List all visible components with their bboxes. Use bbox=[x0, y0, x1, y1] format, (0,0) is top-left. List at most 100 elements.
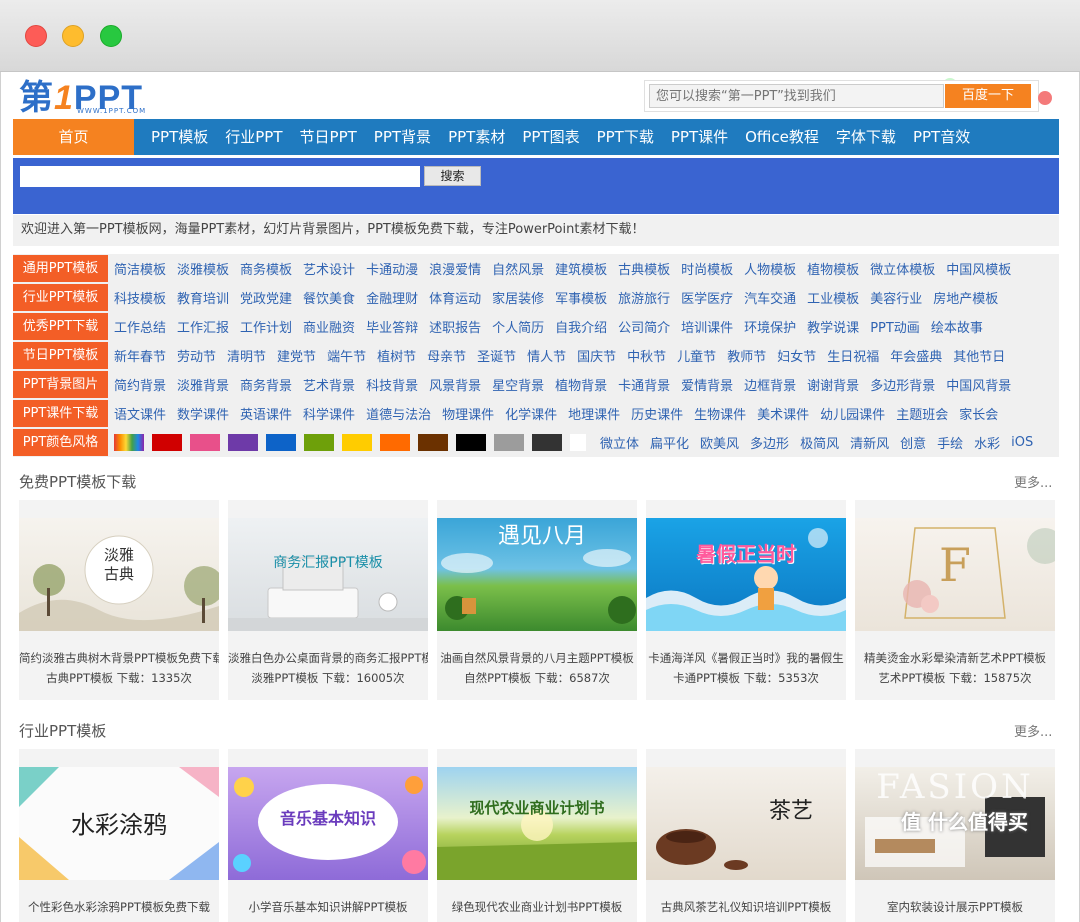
baidu-search-input[interactable] bbox=[649, 84, 944, 108]
category-link[interactable]: 化学课件 bbox=[505, 404, 557, 423]
category-link[interactable]: 工作汇报 bbox=[177, 317, 229, 336]
color-swatch[interactable] bbox=[532, 434, 562, 451]
category-link[interactable]: 端午节 bbox=[327, 346, 366, 365]
category-link[interactable]: 家长会 bbox=[959, 404, 998, 423]
category-link[interactable]: 其他节日 bbox=[953, 346, 1005, 365]
template-card[interactable]: FASION 室内软装设计展示PPT模板 bbox=[855, 749, 1055, 922]
category-link[interactable]: 教育培训 bbox=[177, 288, 229, 307]
category-link[interactable]: 教学说课 bbox=[807, 317, 859, 336]
category-link[interactable]: 情人节 bbox=[527, 346, 566, 365]
category-link[interactable]: 自我介绍 bbox=[555, 317, 607, 336]
color-swatch[interactable] bbox=[570, 434, 586, 451]
more-link-free[interactable]: 更多... bbox=[1014, 472, 1052, 491]
category-link[interactable]: PPT动画 bbox=[870, 317, 920, 336]
template-card[interactable]: 音乐基本知识 小学音乐基本知识讲解PPT模板 bbox=[228, 749, 428, 922]
category-link[interactable]: 美容行业 bbox=[870, 288, 922, 307]
nav-item-holiday[interactable]: 节日PPT bbox=[300, 119, 357, 155]
category-link[interactable]: 环境保护 bbox=[744, 317, 796, 336]
category-link[interactable]: 风景背景 bbox=[429, 375, 481, 394]
category-link[interactable]: 中国风背景 bbox=[946, 375, 1011, 394]
category-link[interactable]: 边框背景 bbox=[744, 375, 796, 394]
category-link[interactable]: 商务模板 bbox=[240, 259, 292, 278]
category-link[interactable]: 简约背景 bbox=[114, 375, 166, 394]
category-link[interactable]: 幼儿园课件 bbox=[820, 404, 885, 423]
category-link[interactable]: 旅游旅行 bbox=[618, 288, 670, 307]
category-link[interactable]: 简洁模板 bbox=[114, 259, 166, 278]
category-link[interactable]: 中秋节 bbox=[627, 346, 666, 365]
category-link[interactable]: 艺术背景 bbox=[303, 375, 355, 394]
thumbnail-image[interactable]: 现代农业商业计划书 bbox=[437, 767, 637, 880]
template-card[interactable]: 商务汇报PPT模板 淡雅白色办公桌面背景的商务汇报PPT模板 淡雅PPT模板 下… bbox=[228, 500, 428, 700]
category-link[interactable]: 时尚模板 bbox=[681, 259, 733, 278]
style-link[interactable]: 微立体 bbox=[600, 433, 639, 452]
color-swatch[interactable] bbox=[228, 434, 258, 451]
thumbnail-image[interactable]: 茶艺 bbox=[646, 767, 846, 880]
category-link[interactable]: 清明节 bbox=[227, 346, 266, 365]
category-link[interactable]: 谢谢背景 bbox=[807, 375, 859, 394]
category-link[interactable]: 地理课件 bbox=[568, 404, 620, 423]
category-link[interactable]: 商务背景 bbox=[240, 375, 292, 394]
color-swatch[interactable] bbox=[304, 434, 334, 451]
category-link[interactable]: 微立体模板 bbox=[870, 259, 935, 278]
category-link[interactable]: 语文课件 bbox=[114, 404, 166, 423]
category-link[interactable]: 年会盛典 bbox=[890, 346, 942, 365]
category-link[interactable]: 多边形背景 bbox=[870, 375, 935, 394]
category-link[interactable]: 主题班会 bbox=[896, 404, 948, 423]
category-link[interactable]: 科学课件 bbox=[303, 404, 355, 423]
nav-item-office-tutorial[interactable]: Office教程 bbox=[745, 119, 819, 155]
category-link[interactable]: 工作计划 bbox=[240, 317, 292, 336]
category-label[interactable]: PPT背景图片 bbox=[13, 371, 108, 398]
category-link[interactable]: 汽车交通 bbox=[744, 288, 796, 307]
category-link[interactable]: 美术课件 bbox=[757, 404, 809, 423]
nav-item-courseware[interactable]: PPT课件 bbox=[671, 119, 728, 155]
style-link[interactable]: 扁平化 bbox=[650, 433, 689, 452]
thumbnail-image[interactable]: F bbox=[855, 518, 1055, 631]
category-link[interactable]: 国庆节 bbox=[577, 346, 616, 365]
thumbnail-image[interactable]: 水彩涂鸦 bbox=[19, 767, 219, 880]
category-link[interactable]: 党政党建 bbox=[240, 288, 292, 307]
style-link[interactable]: 创意 bbox=[900, 433, 926, 452]
style-link[interactable]: 多边形 bbox=[750, 433, 789, 452]
category-link[interactable]: 述职报告 bbox=[429, 317, 481, 336]
category-link[interactable]: 浪漫爱情 bbox=[429, 259, 481, 278]
category-link[interactable]: 艺术设计 bbox=[303, 259, 355, 278]
category-link[interactable]: 道德与法治 bbox=[366, 404, 431, 423]
template-card[interactable]: F 精美烫金水彩晕染清新艺术PPT模板 艺术PPT模板 下载：15875次 bbox=[855, 500, 1055, 700]
template-card[interactable]: 茶艺 古典风茶艺礼仪知识培训PPT模板 bbox=[646, 749, 846, 922]
category-label[interactable]: 节日PPT模板 bbox=[13, 342, 108, 369]
category-link[interactable]: 卡通背景 bbox=[618, 375, 670, 394]
category-link[interactable]: 淡雅模板 bbox=[177, 259, 229, 278]
card-title[interactable]: 小学音乐基本知识讲解PPT模板 bbox=[228, 899, 428, 915]
category-label[interactable]: PPT课件下载 bbox=[13, 400, 108, 427]
nav-item-font[interactable]: 字体下载 bbox=[836, 119, 896, 155]
category-link[interactable]: 卡通动漫 bbox=[366, 259, 418, 278]
category-link[interactable]: 数学课件 bbox=[177, 404, 229, 423]
color-swatch[interactable] bbox=[342, 434, 372, 451]
nav-item-sound[interactable]: PPT音效 bbox=[913, 119, 970, 155]
category-link[interactable]: 星空背景 bbox=[492, 375, 544, 394]
category-label[interactable]: PPT颜色风格 bbox=[13, 429, 108, 456]
category-link[interactable]: 家居装修 bbox=[492, 288, 544, 307]
color-swatch[interactable] bbox=[190, 434, 220, 451]
category-link[interactable]: 工业模板 bbox=[807, 288, 859, 307]
card-title[interactable]: 淡雅白色办公桌面背景的商务汇报PPT模板 bbox=[228, 650, 428, 666]
category-link[interactable]: 圣诞节 bbox=[477, 346, 516, 365]
category-link[interactable]: 植树节 bbox=[377, 346, 416, 365]
style-link[interactable]: 水彩 bbox=[974, 433, 1000, 452]
site-search-button[interactable]: 搜索 bbox=[424, 166, 481, 186]
style-link[interactable]: 极简风 bbox=[800, 433, 839, 452]
category-link[interactable]: 毕业答辩 bbox=[366, 317, 418, 336]
category-link[interactable]: 金融理财 bbox=[366, 288, 418, 307]
card-title[interactable]: 卡通海洋风《暑假正当时》我的暑假生 bbox=[646, 650, 846, 666]
category-link[interactable]: 人物模板 bbox=[744, 259, 796, 278]
category-link[interactable]: 劳动节 bbox=[177, 346, 216, 365]
category-link[interactable]: 妇女节 bbox=[777, 346, 816, 365]
category-link[interactable]: 教师节 bbox=[727, 346, 766, 365]
maximize-window-button[interactable] bbox=[100, 25, 122, 47]
color-swatch[interactable] bbox=[380, 434, 410, 451]
category-link[interactable]: 个人简历 bbox=[492, 317, 544, 336]
category-link[interactable]: 生物课件 bbox=[694, 404, 746, 423]
nav-home[interactable]: 首页 bbox=[13, 119, 134, 155]
category-link[interactable]: 新年春节 bbox=[114, 346, 166, 365]
template-card[interactable]: 淡雅古典 简约淡雅古典树木背景PPT模板免费下载 古典PPT模板 下载：1335… bbox=[19, 500, 219, 700]
